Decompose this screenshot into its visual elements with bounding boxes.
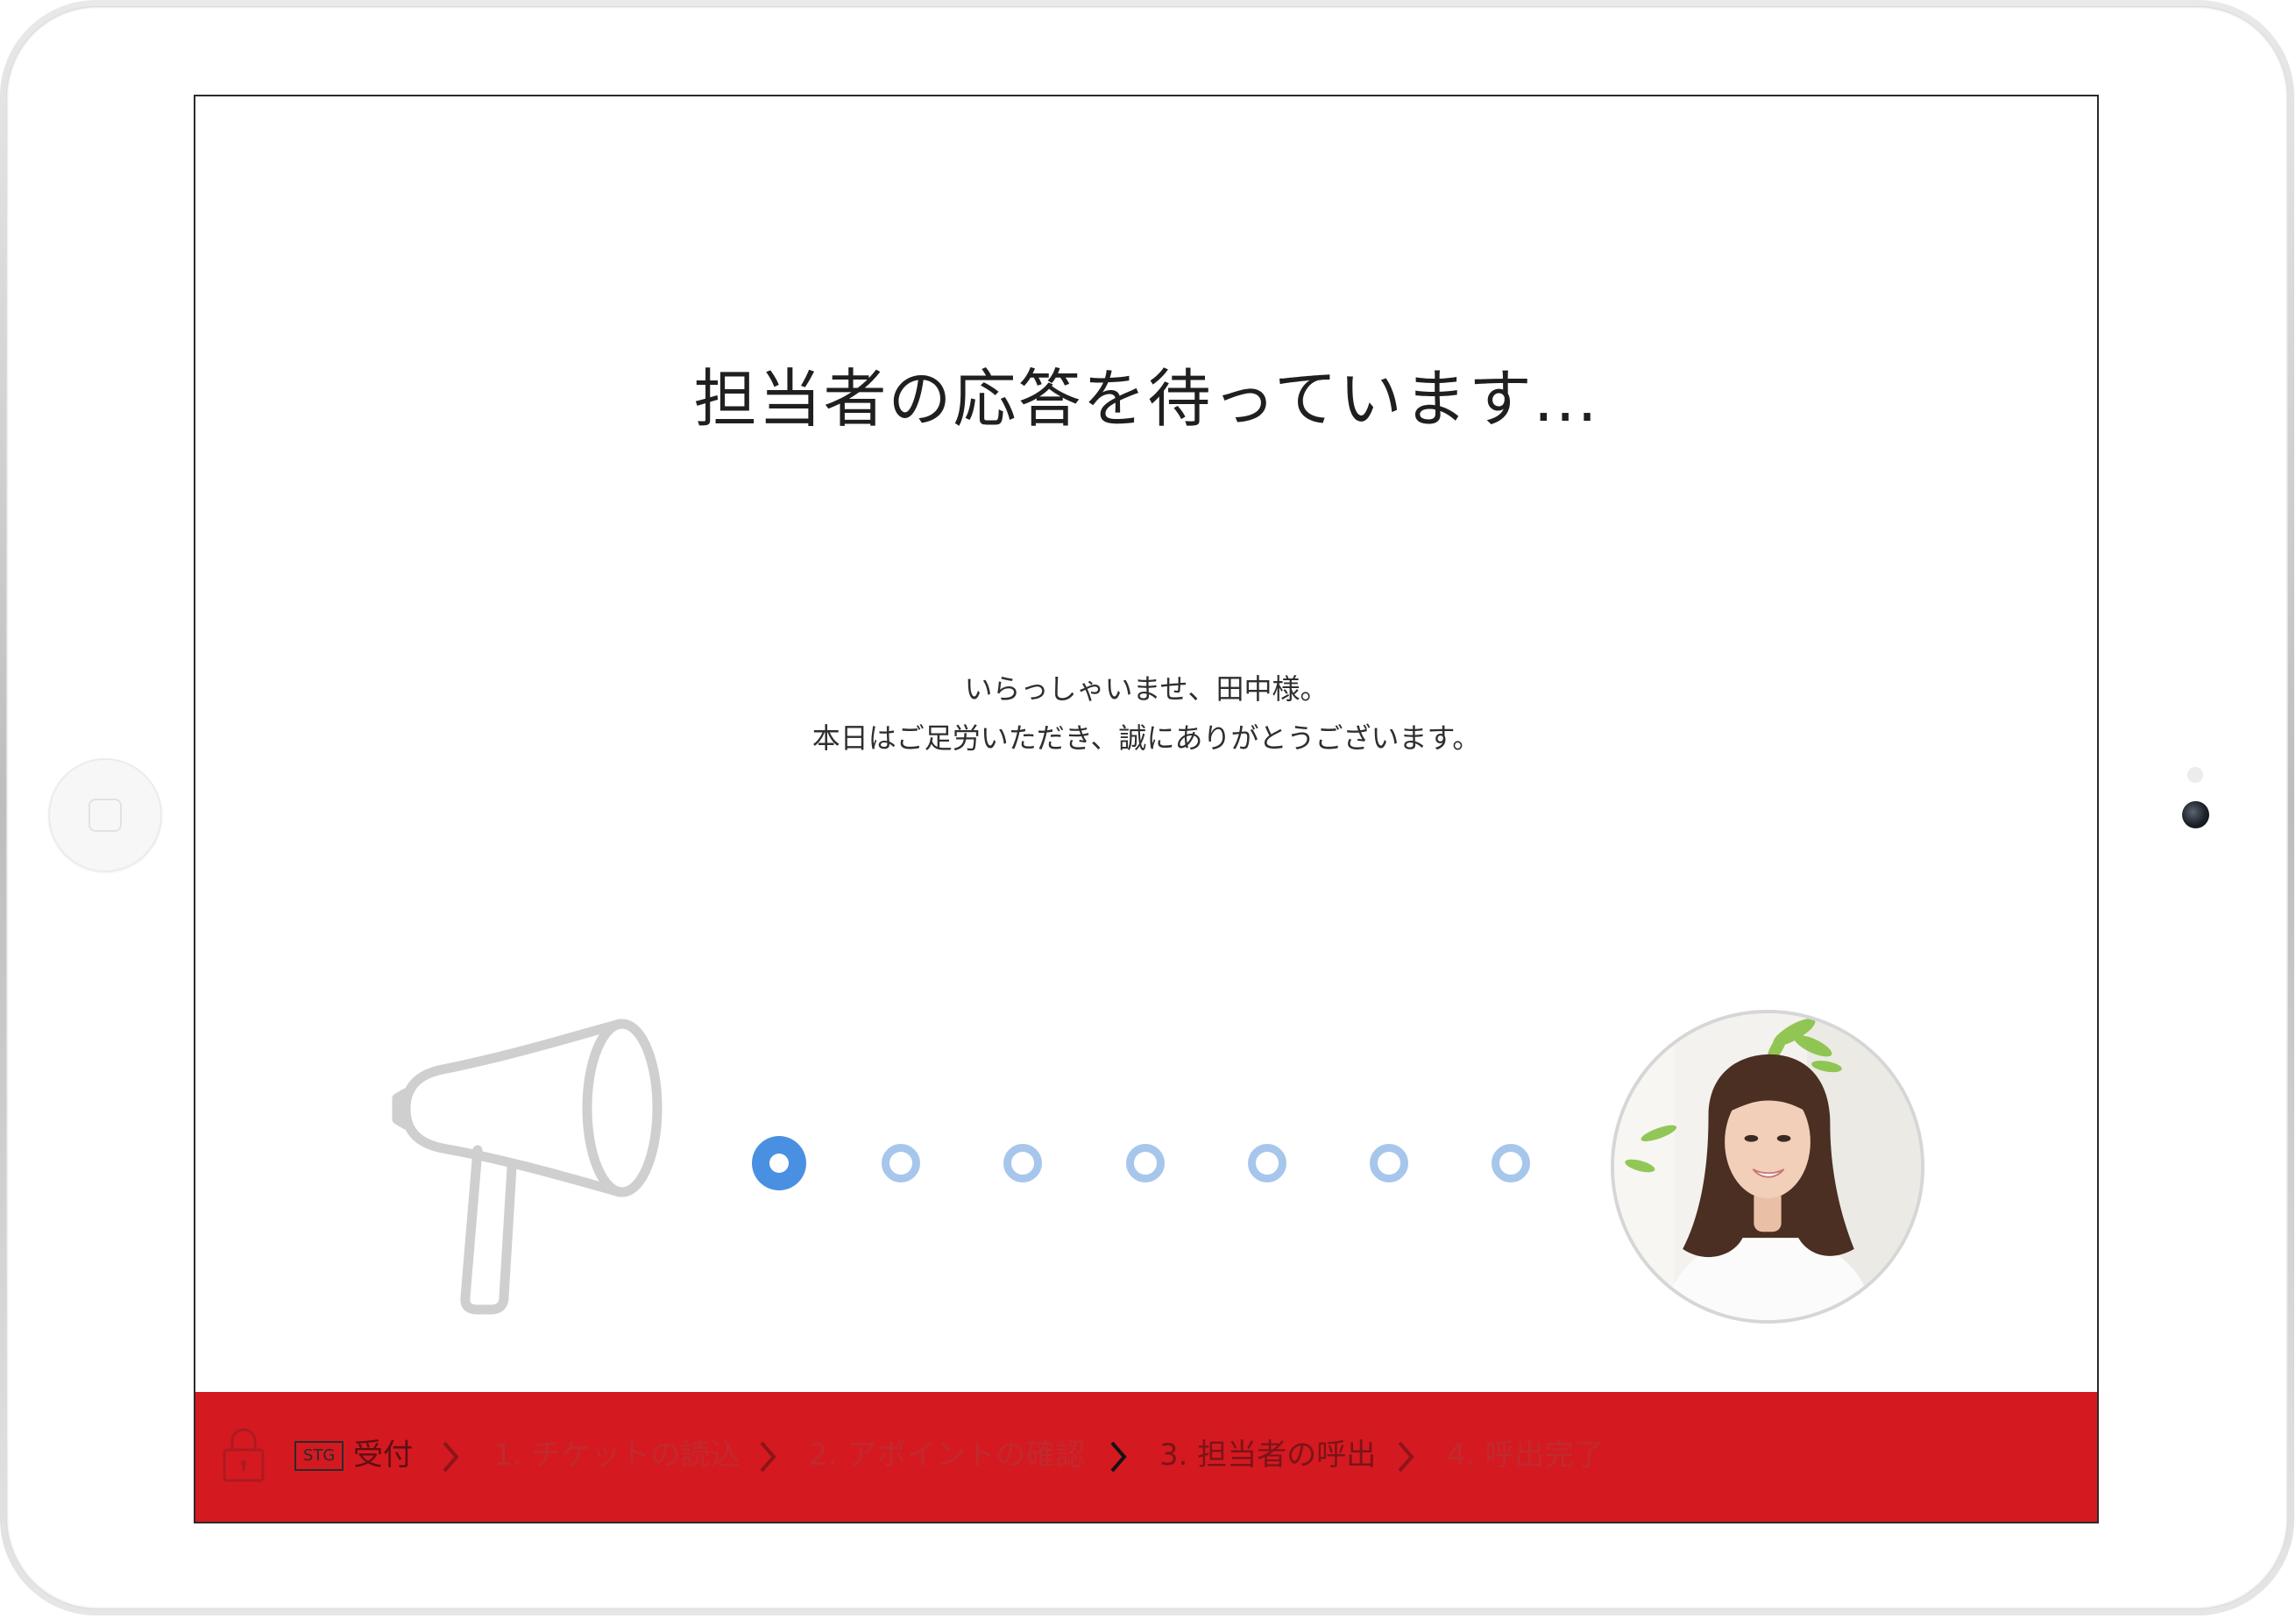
staff-photo [1614,1013,1921,1320]
home-button[interactable] [48,758,162,872]
step-2-appointment: 2. アポイントの確認 [809,1438,1086,1473]
kiosk-screen: 担当者の応答を待っています... いらっしゃいませ、田中様。 本日はご足労いただ… [194,95,2099,1523]
lock-icon[interactable] [222,1427,266,1483]
greeting-message: いらっしゃいませ、田中様。 本日はご足労いただき、誠にありがとうございます。 [195,664,2097,763]
chevron-right-icon [443,1441,459,1473]
progress-dot-active [752,1136,806,1190]
environment-badge: STG [294,1441,344,1471]
step-1-ticket: 1. チケットの読込 [493,1438,741,1473]
progress-dot [1125,1144,1165,1182]
progress-dot [1370,1144,1408,1182]
front-camera [2182,801,2209,828]
progress-dot [1492,1144,1531,1182]
light-sensor [2187,767,2203,783]
progress-dot [1003,1144,1043,1182]
chevron-right-icon [1398,1441,1414,1473]
page-title: 担当者の応答を待っています... [693,362,1599,436]
status-footer: STG 受付 1. チケットの読込 2. アポイントの確認 3. 担当者の呼出 … [195,1392,2097,1522]
progress-dot [882,1144,921,1182]
greeting-line-2: 本日はご足労いただき、誠にありがとうございます。 [811,721,1481,755]
section-label: 受付 [353,1438,413,1473]
chevron-right-icon [760,1441,776,1473]
staff-avatar [1611,1010,1924,1324]
progress-dot [1247,1144,1286,1182]
step-3-call-staff: 3. 担当者の呼出 [1159,1438,1377,1473]
greeting-line-1: いらっしゃいませ、田中様。 [964,672,1329,706]
step-4-complete: 4. 呼出完了 [1447,1438,1605,1473]
megaphone-icon [392,1019,663,1315]
chevron-right-icon-active [1110,1441,1127,1473]
